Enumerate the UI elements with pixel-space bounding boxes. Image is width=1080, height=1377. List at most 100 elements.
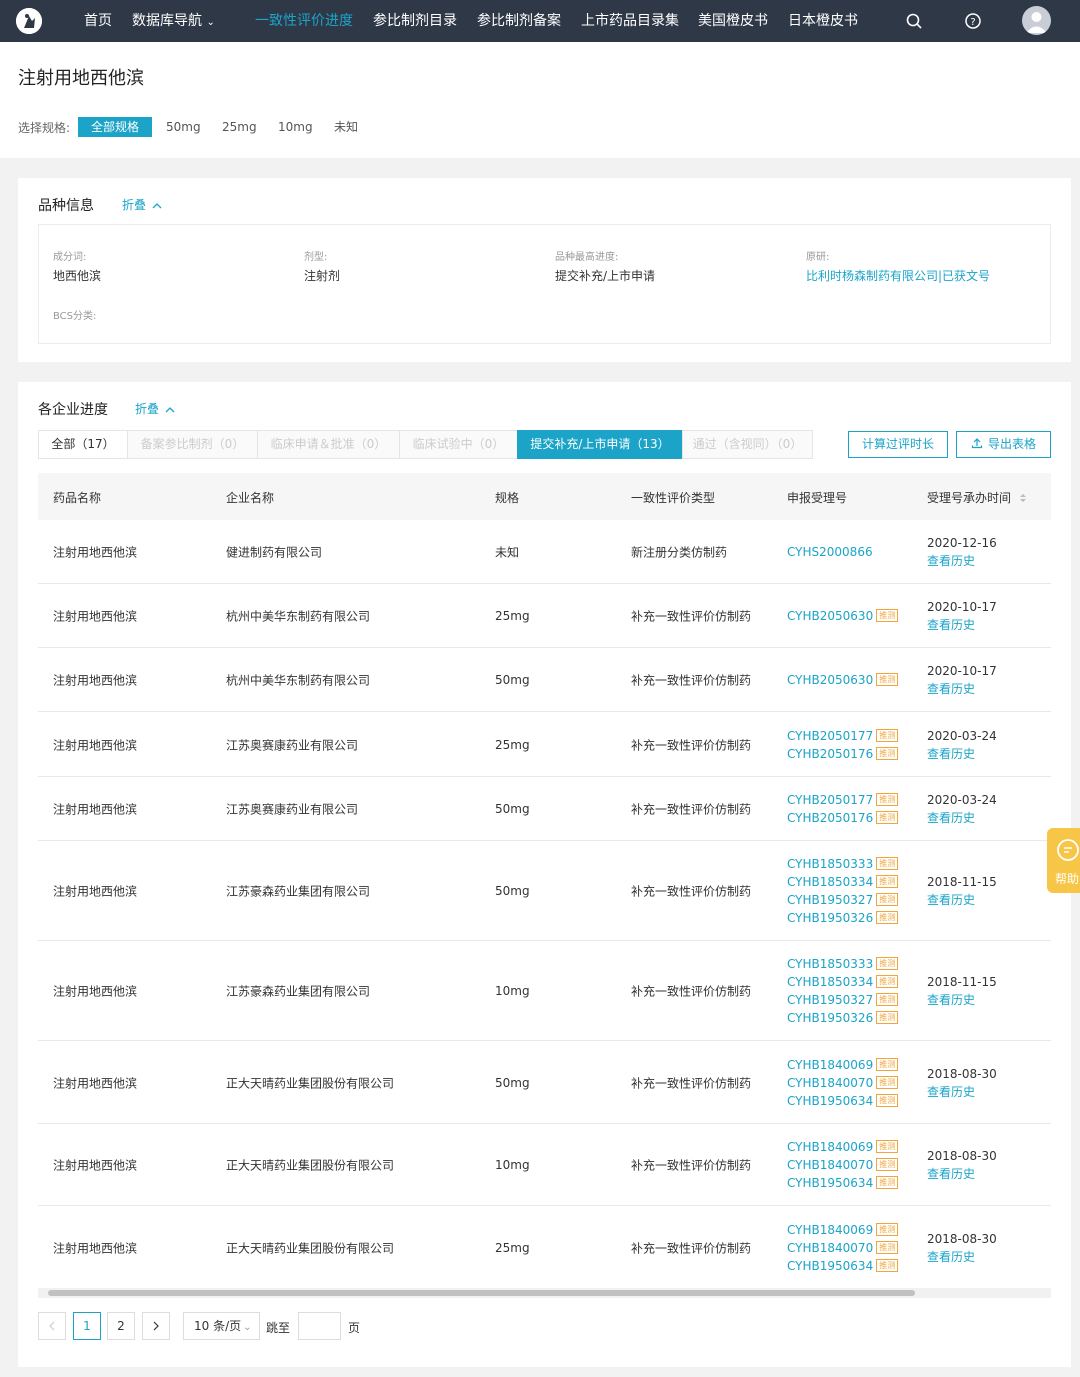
- dosage-form-value: 注射剂: [304, 269, 341, 283]
- export-table-button[interactable]: 导出表格: [956, 431, 1051, 458]
- nav-item-marketed-drugs[interactable]: 上市药品目录集: [581, 0, 679, 42]
- acceptance-no-list: CYHB1840069 推测 CYHB1840070 推测 CYHB1950634 推测: [787, 1138, 899, 1192]
- acceptance-no-link[interactable]: CYHB1850333: [787, 857, 873, 871]
- inferred-tag: 推测: [876, 893, 899, 906]
- logo-icon[interactable]: [16, 8, 42, 34]
- spec-25mg[interactable]: 25mg: [216, 117, 263, 137]
- acceptance-no-link[interactable]: CYHB2050176: [787, 747, 873, 761]
- nav-item-reference-catalog[interactable]: 参比制剂目录: [373, 0, 457, 42]
- view-history-link[interactable]: 查看历史: [927, 891, 997, 909]
- col-spec: 规格: [495, 491, 520, 505]
- view-history-link[interactable]: 查看历史: [927, 1083, 997, 1101]
- acceptance-no-link[interactable]: CYHB1950634: [787, 1176, 873, 1190]
- page-size-select[interactable]: 10 条/页 ⌄: [183, 1312, 260, 1340]
- nav-item-jp-orange-book[interactable]: 日本橙皮书: [788, 0, 858, 42]
- next-page-button[interactable]: [142, 1312, 170, 1340]
- acceptance-no-link[interactable]: CYHB1950326: [787, 1011, 873, 1025]
- acceptance-no-link[interactable]: CYHB1950634: [787, 1094, 873, 1108]
- acceptance-no-list: CYHB2050177 推测 CYHB2050176 推测: [787, 727, 899, 763]
- acceptance-no-link[interactable]: CYHB1950326: [787, 911, 873, 925]
- nav-item-reference-filing[interactable]: 参比制剂备案: [477, 0, 561, 42]
- acceptance-no-link[interactable]: CYHB1840070: [787, 1241, 873, 1255]
- spec-10mg[interactable]: 10mg: [272, 117, 319, 137]
- spec-all[interactable]: 全部规格: [78, 117, 153, 137]
- nav-item-database[interactable]: 数据库导航 ⌄: [132, 0, 215, 42]
- acceptance-no-link[interactable]: CYHB2050630: [787, 673, 873, 687]
- acceptance-no-link[interactable]: CYHB1950327: [787, 993, 873, 1007]
- tab-submitted[interactable]: 提交补充/上市申请（13）: [517, 430, 683, 459]
- inferred-tag: 推测: [876, 1176, 899, 1189]
- view-history-link[interactable]: 查看历史: [927, 809, 997, 827]
- search-icon[interactable]: [905, 12, 923, 30]
- acceptance-no-link[interactable]: CYHB2050177: [787, 729, 873, 743]
- nav-item-consistency[interactable]: 一致性评价进度: [255, 0, 353, 42]
- acceptance-no-link[interactable]: CYHB1950634: [787, 1259, 873, 1273]
- spec-unknown[interactable]: 未知: [328, 117, 364, 137]
- company-name-cell: 杭州中美华东制药有限公司: [226, 609, 371, 624]
- acceptance-no-link[interactable]: CYHB1840070: [787, 1076, 873, 1090]
- view-history-link[interactable]: 查看历史: [927, 616, 997, 634]
- jump-page-input[interactable]: [298, 1312, 341, 1340]
- progress-fold-toggle[interactable]: 折叠: [135, 400, 175, 417]
- table-row: 注射用地西他滨 杭州中美华东制药有限公司 50mg 补充一致性评价仿制药 CYHB205…: [38, 648, 1051, 712]
- view-history-link[interactable]: 查看历史: [927, 745, 997, 763]
- acceptance-no-link[interactable]: CYHB1850334: [787, 875, 873, 889]
- variety-info-card: 品种信息 折叠 成分词: 地西他滨 剂型: 注射剂 品种最高进度: 提交补充/上…: [18, 178, 1071, 362]
- page-2-button[interactable]: 2: [107, 1312, 135, 1340]
- acceptance-no-link[interactable]: CYHB1850333: [787, 957, 873, 971]
- prev-page-button[interactable]: [38, 1312, 66, 1340]
- horizontal-scrollbar[interactable]: [38, 1288, 1051, 1298]
- table-row: 注射用地西他滨 正大天晴药业集团股份有限公司 50mg 补充一致性评价仿制药 CYHB1…: [38, 1041, 1051, 1124]
- nav-item-home[interactable]: 首页: [84, 0, 112, 42]
- acceptance-no-link[interactable]: CYHB2050176: [787, 811, 873, 825]
- jump-label: 跳至: [266, 1321, 291, 1335]
- acceptance-no-link[interactable]: CYHB1850334: [787, 975, 873, 989]
- inferred-tag: 推测: [876, 993, 899, 1006]
- calc-duration-button[interactable]: 计算过评时长: [848, 431, 948, 458]
- variety-fold-toggle[interactable]: 折叠: [122, 196, 162, 213]
- view-history-link[interactable]: 查看历史: [927, 1165, 997, 1183]
- acceptance-no-item: CYHB1850334 推测: [787, 973, 899, 991]
- acceptance-no-link[interactable]: CYHB1840069: [787, 1140, 873, 1154]
- col-acceptance-time[interactable]: 受理号承办时间: [927, 489, 1027, 506]
- spec-cell: 10mg: [495, 1158, 530, 1172]
- tab-reference-filing[interactable]: 备案参比制剂（0）: [127, 430, 258, 459]
- acceptance-time-cell: 2020-03-24 查看历史: [927, 791, 997, 827]
- acceptance-date: 2018-11-15: [927, 875, 997, 889]
- view-history-link[interactable]: 查看历史: [927, 680, 997, 698]
- help-float-button[interactable]: 帮助: [1047, 828, 1080, 893]
- acceptance-no-list: CYHB1840069 推测 CYHB1840070 推测 CYHB1950634 推测: [787, 1221, 899, 1275]
- view-history-link[interactable]: 查看历史: [927, 552, 997, 570]
- tab-clinical-approval[interactable]: 临床申请＆批准（0）: [257, 430, 400, 459]
- view-history-link[interactable]: 查看历史: [927, 991, 997, 1009]
- acceptance-no-item: CYHB1950327 推测: [787, 891, 899, 909]
- acceptance-no-link[interactable]: CYHB1950327: [787, 893, 873, 907]
- scrollbar-thumb[interactable]: [48, 1290, 915, 1296]
- evaluation-type-cell: 补充一致性评价仿制药: [631, 802, 752, 817]
- acceptance-date: 2018-08-30: [927, 1231, 997, 1246]
- help-icon[interactable]: ?: [964, 12, 982, 30]
- nav-item-us-orange-book[interactable]: 美国橙皮书: [698, 0, 768, 42]
- acceptance-no-link[interactable]: CYHB1840070: [787, 1158, 873, 1172]
- bcs-label: BCS分类:: [53, 311, 97, 322]
- originator-link[interactable]: 比利时杨森制药有限公司|已获文号: [806, 267, 990, 284]
- variety-info-title: 品种信息: [38, 198, 94, 214]
- acceptance-no-link[interactable]: CYHB2050630: [787, 609, 873, 623]
- tab-passed[interactable]: 通过（含视同）（0）: [682, 430, 813, 459]
- acceptance-no-link[interactable]: CYHS2000866: [787, 545, 873, 559]
- chevron-up-icon: [152, 202, 162, 208]
- acceptance-no-link[interactable]: CYHB1840069: [787, 1223, 873, 1237]
- tab-all[interactable]: 全部（17）: [38, 430, 128, 459]
- spec-50mg[interactable]: 50mg: [160, 117, 207, 137]
- acceptance-no-link[interactable]: CYHB2050177: [787, 793, 873, 807]
- inferred-tag: 推测: [876, 875, 899, 888]
- acceptance-date: 2020-03-24: [927, 793, 997, 807]
- acceptance-no-link[interactable]: CYHB1840069: [787, 1058, 873, 1072]
- view-history-link[interactable]: 查看历史: [927, 1248, 997, 1266]
- avatar[interactable]: [1022, 6, 1051, 35]
- company-name-cell: 正大天晴药业集团股份有限公司: [226, 1241, 395, 1255]
- tab-clinical-trial[interactable]: 临床试验中（0）: [399, 430, 518, 459]
- evaluation-type-cell: 补充一致性评价仿制药: [631, 1241, 752, 1255]
- page-1-button[interactable]: 1: [73, 1312, 101, 1340]
- acceptance-no-item: CYHB1840069 推测: [787, 1221, 899, 1239]
